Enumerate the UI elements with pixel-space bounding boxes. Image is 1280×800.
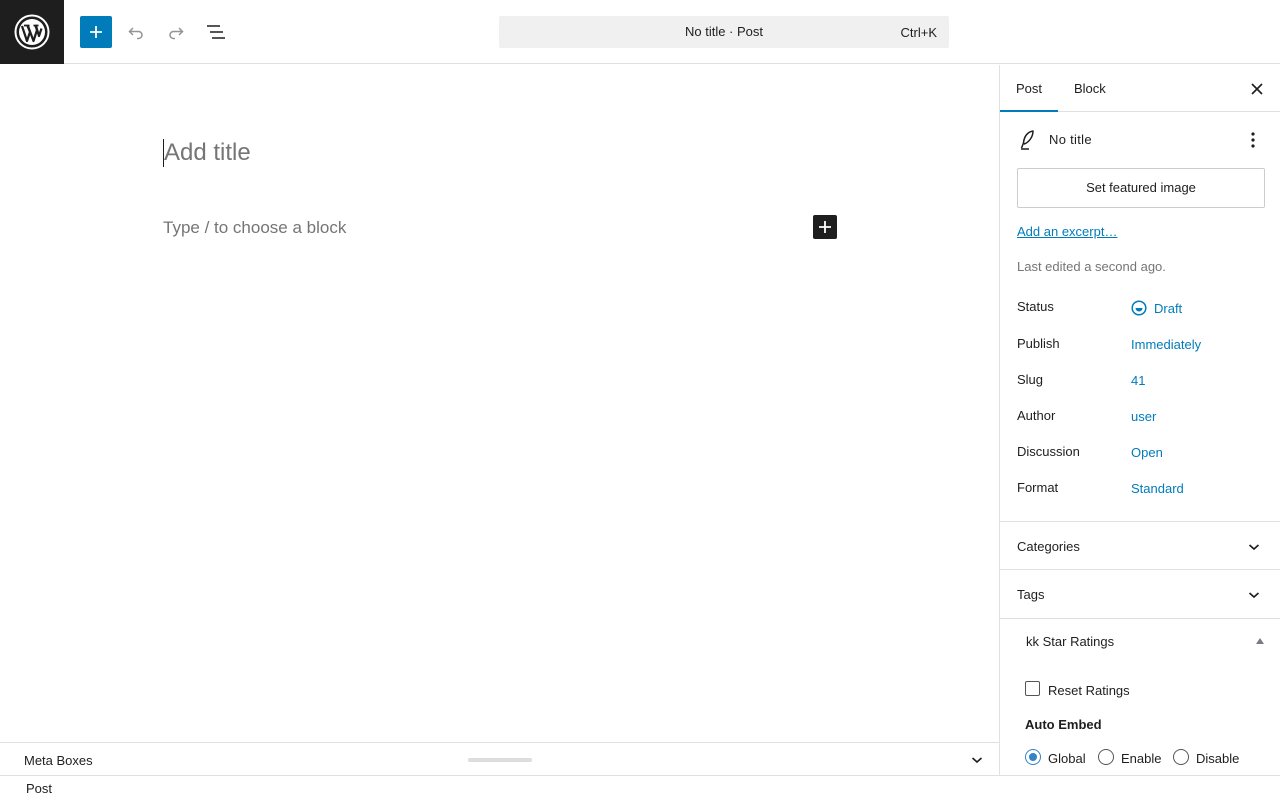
- undo-icon: [128, 27, 143, 40]
- auto-embed-enable-radio[interactable]: [1098, 749, 1114, 765]
- set-featured-image-button[interactable]: Set featured image: [1017, 168, 1265, 208]
- format-row: Format Standard: [1017, 480, 1265, 500]
- author-row: Author user: [1017, 408, 1265, 428]
- slug-row: Slug 41: [1017, 372, 1265, 392]
- sidebar-tabs: Post Block: [1000, 65, 1280, 112]
- tab-block[interactable]: Block: [1058, 65, 1122, 112]
- last-edited-text: Last edited a second ago.: [1017, 259, 1166, 274]
- meta-boxes-resize-handle[interactable]: [468, 758, 532, 762]
- post-title-input[interactable]: Add title: [163, 139, 251, 167]
- publish-label: Publish: [1017, 336, 1060, 351]
- status-label: Status: [1017, 299, 1054, 314]
- editor-footer: Post: [0, 775, 1280, 800]
- auto-embed-heading: Auto Embed: [1025, 717, 1102, 732]
- publish-value-button[interactable]: Immediately: [1131, 337, 1201, 352]
- kk-star-ratings-panel: kk Star Ratings Reset Ratings Auto Embed…: [1000, 618, 1280, 775]
- discussion-row: Discussion Open: [1017, 444, 1265, 464]
- wordpress-icon: [14, 14, 50, 50]
- add-excerpt-link[interactable]: Add an excerpt…: [1017, 224, 1117, 239]
- meta-boxes-bar[interactable]: Meta Boxes: [0, 742, 999, 775]
- redo-icon: [169, 27, 184, 40]
- inline-block-inserter-button[interactable]: [813, 215, 837, 239]
- slug-label: Slug: [1017, 372, 1044, 387]
- list-view-icon: [207, 25, 225, 39]
- block-inserter-button[interactable]: [80, 16, 112, 48]
- document-overview-button[interactable]: [200, 16, 232, 48]
- reset-ratings-checkbox[interactable]: [1025, 681, 1040, 696]
- slug-value-button[interactable]: 41: [1131, 373, 1145, 388]
- tags-panel-label: Tags: [1017, 587, 1045, 602]
- redo-button[interactable]: [160, 16, 192, 48]
- categories-panel-label: Categories: [1017, 539, 1080, 554]
- status-value-button[interactable]: Draft: [1131, 300, 1182, 316]
- meta-boxes-label: Meta Boxes: [24, 753, 93, 768]
- chevron-down-icon: [1248, 592, 1260, 599]
- chevron-down-icon[interactable]: [969, 752, 985, 768]
- author-value-button[interactable]: user: [1131, 409, 1156, 424]
- command-bar-title: No title · Post: [684, 24, 764, 39]
- kk-star-ratings-title[interactable]: kk Star Ratings: [1026, 634, 1114, 649]
- status-row: Status Draft: [1017, 299, 1265, 319]
- author-label: Author: [1017, 408, 1056, 423]
- command-bar-shortcut: Ctrl+K: [900, 25, 937, 40]
- more-vertical-icon[interactable]: [1243, 130, 1263, 150]
- format-value-button[interactable]: Standard: [1131, 481, 1184, 496]
- reset-ratings-label[interactable]: Reset Ratings: [1048, 683, 1130, 698]
- plus-icon: [90, 26, 102, 38]
- command-palette-bar[interactable]: No title · Post Ctrl+K: [499, 16, 949, 48]
- auto-embed-enable-label[interactable]: Enable: [1121, 751, 1161, 766]
- triangle-up-icon[interactable]: [1255, 637, 1265, 645]
- format-label: Format: [1017, 480, 1059, 495]
- auto-embed-disable-radio[interactable]: [1173, 749, 1189, 765]
- breadcrumb[interactable]: Post: [26, 781, 52, 796]
- settings-sidebar: Post Block No title Set featured image A…: [999, 65, 1280, 775]
- auto-embed-options: Global Enable Disable: [1025, 749, 1275, 769]
- discussion-label: Discussion: [1017, 444, 1080, 459]
- auto-embed-disable-label[interactable]: Disable: [1196, 751, 1239, 766]
- draft-status-icon: [1131, 300, 1147, 316]
- undo-button[interactable]: [120, 16, 152, 48]
- close-icon[interactable]: [1247, 79, 1267, 99]
- auto-embed-global-label[interactable]: Global: [1048, 751, 1086, 766]
- wordpress-logo-button[interactable]: [0, 0, 64, 64]
- post-card-title: No title: [1049, 132, 1092, 147]
- plus-icon: [819, 221, 831, 233]
- publish-row: Publish Immediately: [1017, 336, 1265, 356]
- discussion-value-button[interactable]: Open: [1131, 445, 1163, 460]
- tab-post[interactable]: Post: [1000, 65, 1059, 112]
- categories-panel-toggle[interactable]: Categories: [1000, 521, 1280, 569]
- editor-header: No title · Post Ctrl+K: [0, 0, 1280, 64]
- auto-embed-global-radio[interactable]: [1025, 749, 1041, 765]
- editor-canvas: Add title Type / to choose a block: [0, 65, 999, 742]
- chevron-down-icon: [1248, 544, 1260, 551]
- default-block-appender[interactable]: Type / to choose a block: [163, 218, 346, 238]
- status-value: Draft: [1154, 301, 1183, 316]
- tags-panel-toggle[interactable]: Tags: [1000, 569, 1280, 617]
- feather-icon: [1020, 130, 1034, 150]
